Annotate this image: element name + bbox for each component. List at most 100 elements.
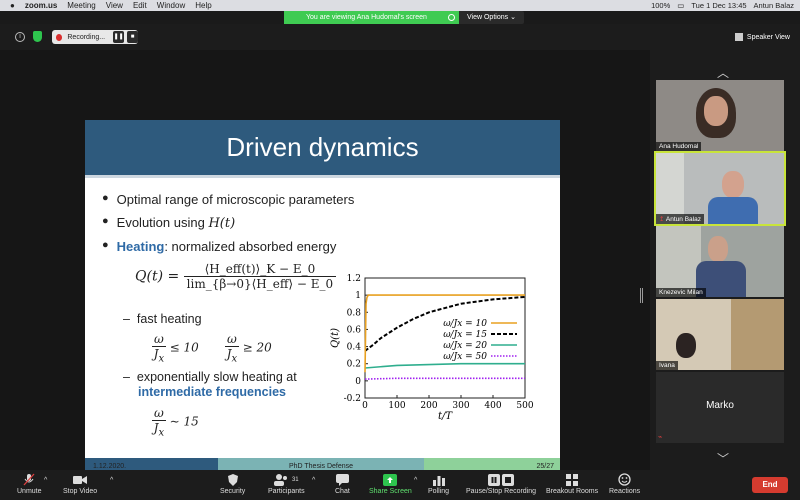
video-camera-icon	[63, 473, 97, 486]
avatar	[676, 333, 696, 358]
share-status-icon	[448, 14, 455, 21]
muted-mic-icon: ↥	[659, 216, 665, 223]
menu-status-area: 100% ▭ Tue 1 Dec 13:45 Antun Balaz	[651, 0, 794, 11]
legend-label: ω/Jx = 50	[443, 352, 487, 362]
menu-help[interactable]: Help	[195, 0, 211, 11]
participant-name: Marko	[706, 400, 734, 411]
info-icon[interactable]: i	[15, 32, 25, 42]
reactions-button[interactable]: Reactions	[609, 473, 640, 495]
participant-name: Antun Balaz	[665, 216, 701, 223]
share-banner-text: You are viewing Ana Hudomal's screen	[306, 14, 427, 21]
slide-bullets: ● Optimal range of microscopic parameters…	[102, 192, 354, 262]
y-tick-label: -0.2	[344, 394, 361, 404]
panel-resize-handle[interactable]	[640, 288, 643, 303]
mac-menu-bar: ● zoom.us Meeting View Edit Window Help …	[0, 0, 800, 11]
avatar	[708, 236, 728, 262]
participant-tile-marko[interactable]: Marko ⌁	[656, 372, 784, 443]
y-tick-label: 0.4	[347, 343, 362, 353]
smiley-icon	[609, 473, 640, 486]
bullet-item: ● Evolution using H(t)	[102, 215, 236, 231]
x-tick-label: 200	[420, 401, 437, 411]
heating-formula: Q(t) = ⟨H_eff(t)⟩_K − E_0 lim_{β→0}⟨H_ef…	[135, 262, 337, 291]
menu-edit[interactable]: Edit	[133, 0, 147, 11]
chat-bubble-icon	[335, 473, 350, 486]
breakout-grid-icon	[546, 473, 598, 486]
exp-slow-label: – exponentially slow heating at	[123, 370, 297, 384]
security-button[interactable]: Security	[220, 473, 245, 495]
share-screen-button[interactable]: Share Screen	[369, 473, 412, 495]
menu-meeting[interactable]: Meeting	[67, 0, 95, 11]
mic-muted-icon	[17, 473, 42, 486]
bullet-item: ● Heating: normalized absorbed energy	[102, 239, 337, 254]
participant-name: Knezevic Milan	[656, 288, 706, 297]
chevron-up-icon[interactable]: ︿	[713, 64, 733, 80]
bullet-item: ● Optimal range of microscopic parameters	[102, 192, 355, 207]
heating-chart: 0 100 200 300 400 500-0.200.20.40.60.811.2t/T…	[330, 274, 534, 422]
recording-label: Recording...	[67, 33, 106, 41]
series-line	[364, 377, 525, 380]
polling-button[interactable]: Polling	[428, 473, 449, 495]
ratio-ge-20: ω Jx ≥ 20	[225, 332, 272, 365]
menu-user[interactable]: Antun Balaz	[754, 1, 794, 10]
pause-stop-recording-button[interactable]: Pause/Stop Recording	[466, 473, 536, 495]
participants-count: 31	[291, 476, 299, 483]
y-tick-label: 1.2	[347, 274, 361, 284]
participant-panel: ︿ Ana Hudomal ↥ Antun Balaz Knezevic Mil…	[650, 50, 800, 470]
legend-label: ω/Jx = 10	[443, 319, 487, 329]
end-meeting-button[interactable]: End	[752, 477, 788, 493]
participant-tile-milan[interactable]: Knezevic Milan	[656, 226, 784, 297]
chevron-down-icon[interactable]: ﹀	[713, 450, 733, 466]
menu-view[interactable]: View	[106, 0, 123, 11]
chat-button[interactable]: Chat	[335, 473, 350, 495]
x-tick-label: 100	[388, 401, 405, 411]
breakout-rooms-button[interactable]: Breakout Rooms	[546, 473, 598, 495]
y-tick-label: 0.2	[347, 360, 361, 370]
stop-recording-icon[interactable]: ■	[127, 31, 138, 43]
muted-mic-icon: ⌁	[658, 434, 663, 441]
participant-tile-antun[interactable]: ↥ Antun Balaz	[654, 151, 786, 226]
stop-video-button[interactable]: Stop Video	[63, 473, 97, 495]
fast-heating-label: – fast heating	[123, 312, 202, 326]
apple-icon[interactable]: ●	[10, 0, 15, 11]
battery-icon[interactable]: ▭	[677, 1, 684, 10]
ratio-le-10: ω Jx ≤ 10	[152, 332, 199, 365]
intermediate-frequencies-label: intermediate frequencies	[138, 385, 286, 399]
pause-recording-icon[interactable]: ❚❚	[113, 31, 125, 43]
participants-icon: 31	[268, 473, 305, 486]
slide-title: Driven dynamics	[85, 120, 560, 175]
share-options-caret[interactable]: ^	[414, 477, 417, 484]
avatar	[722, 171, 744, 198]
grid-icon	[734, 33, 743, 41]
bar-chart-icon	[428, 473, 449, 486]
x-axis-label: t/T	[438, 411, 453, 422]
participant-tile-ivana[interactable]: Ivana	[656, 299, 784, 370]
audio-options-caret[interactable]: ^	[44, 477, 47, 484]
heating-term: Heating	[116, 239, 165, 254]
series-line	[364, 362, 525, 369]
participant-tile-ana[interactable]: Ana Hudomal	[656, 80, 784, 151]
battery-level[interactable]: 100%	[651, 1, 670, 10]
encryption-shield-icon[interactable]	[33, 31, 42, 42]
x-tick-label: 500	[516, 401, 533, 411]
speaker-view-button[interactable]: Speaker View	[734, 31, 790, 43]
menu-window[interactable]: Window	[157, 0, 185, 11]
participants-button[interactable]: 31 Participants	[268, 473, 305, 495]
unmute-button[interactable]: Unmute	[17, 473, 42, 495]
video-options-caret[interactable]: ^	[110, 477, 113, 484]
participants-options-caret[interactable]: ^	[312, 477, 315, 484]
meeting-toolbar: Unmute ^ Stop Video ^ Security 31 Partic…	[0, 470, 800, 500]
view-options-button[interactable]: View Options ⌄	[459, 11, 524, 24]
recording-dot-icon	[56, 33, 63, 41]
menu-app-name[interactable]: zoom.us	[25, 0, 57, 11]
y-tick-label: 0	[355, 377, 361, 387]
datetime[interactable]: Tue 1 Dec 13:45	[691, 1, 746, 10]
x-tick-label: 300	[452, 401, 469, 411]
y-tick-label: 0.8	[347, 308, 362, 318]
screen-share-banner: You are viewing Ana Hudomal's screen Vie…	[284, 11, 524, 24]
ratio-sim-15: ω Jx ∼ 15	[152, 406, 199, 439]
participant-name: Ivana	[656, 361, 678, 370]
shield-icon	[220, 473, 245, 486]
y-tick-label: 0.6	[347, 325, 362, 335]
x-tick-label: 0	[362, 401, 368, 411]
x-tick-label: 400	[484, 401, 501, 411]
